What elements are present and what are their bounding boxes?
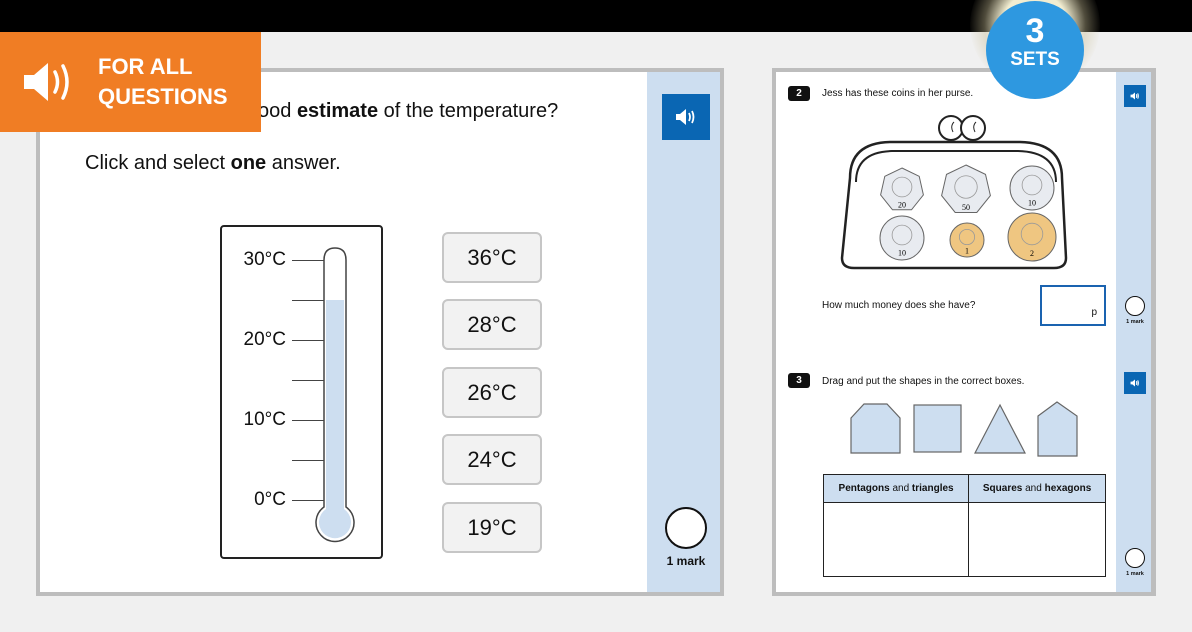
thermometer-label: 20°C	[243, 329, 286, 350]
money-answer-input[interactable]: p	[1040, 285, 1106, 326]
header-bold: hexagons	[1044, 483, 1092, 494]
svg-text:50: 50	[962, 203, 970, 212]
title-text-end: of the temperature?	[378, 100, 559, 122]
input-suffix: p	[1091, 307, 1097, 318]
audio-button[interactable]	[662, 94, 710, 140]
instruction-bold: one	[230, 152, 267, 174]
header-bold: Squares	[982, 483, 1023, 494]
instruction-text-end: answer.	[266, 152, 341, 174]
mark-circle[interactable]	[1125, 548, 1145, 568]
thermometer-label: 0°C	[254, 489, 286, 510]
svg-text:10: 10	[898, 249, 906, 258]
audio-button[interactable]	[1124, 85, 1146, 107]
speaker-icon	[676, 109, 695, 125]
column-header-pentagons-triangles: Pentagons and triangles	[822, 474, 970, 503]
question-instruction: Click and select one answer.	[85, 152, 341, 175]
sets-badge: 3 SETS	[986, 1, 1084, 99]
question-title: ood estimate of the temperature?	[258, 100, 558, 123]
badge-line2: QUESTIONS	[98, 84, 228, 109]
svg-text:2: 2	[1030, 249, 1034, 258]
mark-circle[interactable]	[1125, 296, 1145, 316]
mark-label: 1 mark	[1126, 319, 1144, 325]
instruction-text: Click and select	[85, 152, 231, 174]
question-number-badge: 2	[788, 86, 810, 101]
answer-option[interactable]: 19°C	[442, 502, 542, 553]
speaker-icon	[24, 63, 69, 101]
coin-1p: 1	[949, 222, 985, 258]
badge-line1: FOR ALL	[98, 54, 193, 79]
thermometer-tube	[315, 247, 355, 543]
coin-20p: 20	[880, 167, 924, 211]
mark-circle[interactable]	[665, 507, 707, 549]
question-prompt: How much money does she have?	[822, 300, 976, 311]
header-bold: Pentagons	[838, 483, 890, 494]
square-shape[interactable]	[913, 404, 963, 454]
column-header-squares-hexagons: Squares and hexagons	[968, 474, 1106, 503]
triangle-shape[interactable]	[973, 403, 1027, 455]
thermometer-label: 30°C	[243, 249, 286, 270]
answer-option[interactable]: 26°C	[442, 367, 542, 418]
sorting-table: Pentagons and triangles Squares and hexa…	[822, 474, 1106, 577]
speaker-icon	[1130, 92, 1139, 100]
hexagon-shape[interactable]	[850, 403, 902, 455]
coin-10p: 10	[1009, 165, 1055, 211]
svg-text:1: 1	[965, 247, 969, 256]
coin-50p: 50	[941, 164, 991, 213]
svg-text:10: 10	[1028, 199, 1036, 208]
drop-zone-pentagons-triangles[interactable]	[822, 502, 970, 577]
answer-option[interactable]: 24°C	[442, 434, 542, 485]
svg-text:20: 20	[898, 201, 906, 210]
audio-for-all-badge: FOR ALL QUESTIONS	[0, 32, 261, 132]
question-text: Jess has these coins in her purse.	[822, 88, 974, 99]
thermometer-label: 10°C	[243, 409, 286, 430]
coin-10p: 10	[879, 215, 925, 261]
speaker-icon	[1130, 379, 1139, 387]
header-text: and	[1022, 483, 1045, 494]
drop-zone-squares-hexagons[interactable]	[968, 502, 1106, 577]
pentagon-shape[interactable]	[1037, 401, 1079, 457]
mark-label: 1 mark	[666, 554, 706, 568]
coin-2p: 2	[1007, 212, 1057, 262]
answer-option[interactable]: 36°C	[442, 232, 542, 283]
audio-button[interactable]	[1124, 372, 1146, 394]
header-bold: triangles	[911, 483, 954, 494]
header-text: and	[889, 483, 912, 494]
sets-number: 3	[1025, 12, 1045, 50]
question-number-badge: 3	[788, 373, 810, 388]
mark-label: 1 mark	[1126, 571, 1144, 577]
sets-label: SETS	[1010, 49, 1060, 70]
answer-option[interactable]: 28°C	[442, 299, 542, 350]
title-bold: estimate	[296, 100, 379, 122]
title-text: ood	[258, 100, 297, 122]
question-text: Drag and put the shapes in the correct b…	[822, 376, 1025, 387]
question-sidebar	[1116, 72, 1151, 592]
